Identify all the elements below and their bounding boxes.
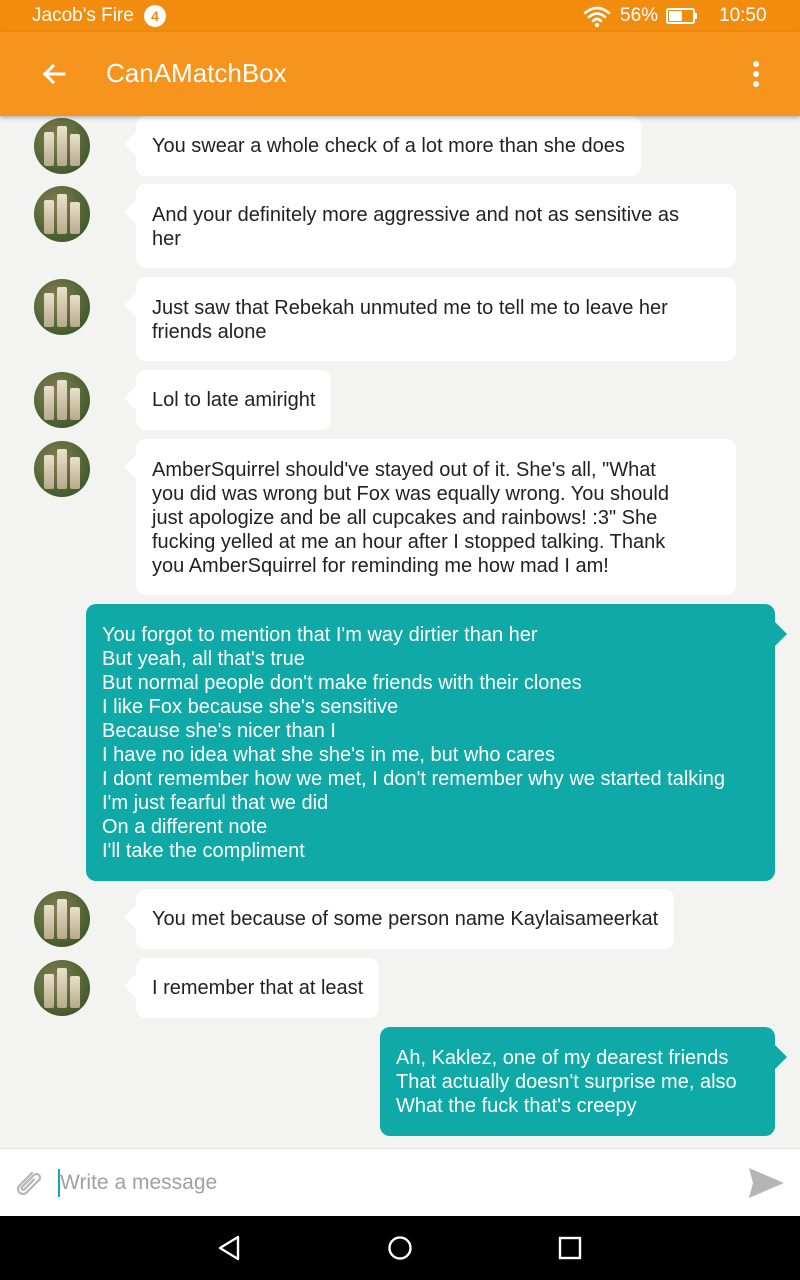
message-line: I'll take the compliment: [102, 840, 305, 862]
message-bubble-incoming[interactable]: Just saw that Rebekah unmuted me to tell…: [124, 277, 736, 361]
message-line: I remember that at least: [152, 977, 364, 999]
message-line: You met because of some person name Kayl…: [152, 908, 659, 930]
status-time: 10:50: [719, 5, 767, 26]
message-line: you AmberSquirrel for reminding me how m…: [152, 555, 609, 577]
wifi-icon: [583, 6, 611, 28]
avatar[interactable]: [34, 186, 90, 242]
message-line: Lol to late amiright: [152, 389, 316, 411]
conversation-title: CanAMatchBox: [106, 58, 287, 88]
paperclip-icon[interactable]: [10, 1165, 46, 1201]
message-bubble-outgoing[interactable]: You forgot to mention that I'm way dirti…: [86, 604, 787, 881]
message-bubble-incoming[interactable]: And your definitely more aggressive and …: [124, 184, 736, 268]
message-line: her: [152, 228, 181, 250]
navigation-bar: [0, 1216, 800, 1280]
message-bubble-outgoing[interactable]: Ah, Kaklez, one of my dearest friends Th…: [380, 1027, 787, 1136]
message-line: I like Fox because she's sensitive: [102, 696, 399, 718]
triangle-back-icon[interactable]: [214, 1232, 246, 1264]
arrow-left-icon[interactable]: [38, 58, 70, 90]
message-line: fucking yelled at me an hour after I sto…: [152, 531, 666, 553]
message-line: And your definitely more aggressive and …: [152, 204, 679, 226]
battery-percent: 56%: [620, 5, 659, 26]
square-recents-icon[interactable]: [554, 1232, 586, 1264]
avatar[interactable]: [34, 891, 90, 947]
message-line: Just saw that Rebekah unmuted me to tell…: [152, 297, 668, 319]
message-line: You swear a whole check of a lot more th…: [152, 135, 625, 157]
message-composer: [0, 1148, 800, 1216]
message-line: I have no idea what she she's in me, but…: [102, 744, 555, 766]
message-bubble-incoming[interactable]: AmberSquirrel should've stayed out of it…: [124, 439, 736, 595]
more-vertical-icon[interactable]: [740, 54, 772, 94]
message-bubble-incoming[interactable]: I remember that at least: [123, 958, 380, 1018]
message-line: That actually doesn't surprise me, also: [396, 1071, 737, 1093]
carrier-name: Jacob's Fire: [32, 5, 134, 26]
message-line: AmberSquirrel should've stayed out of it…: [152, 459, 656, 481]
notification-badge: 4: [144, 5, 166, 27]
message-list[interactable]: You swear a whole check of a lot more th…: [0, 116, 800, 1148]
avatar[interactable]: [34, 372, 90, 428]
message-line: Ah, Kaklez, one of my dearest friends: [396, 1047, 729, 1069]
message-line: What the fuck that's creepy: [396, 1095, 637, 1117]
avatar[interactable]: [34, 960, 90, 1016]
avatar[interactable]: [34, 118, 90, 174]
avatar[interactable]: [34, 279, 90, 335]
battery-icon: [666, 8, 697, 24]
message-line: I'm just fearful that we did: [102, 792, 329, 814]
message-line: You forgot to mention that I'm way dirti…: [102, 624, 538, 646]
send-icon[interactable]: [746, 1165, 786, 1201]
app-bar: CanAMatchBox: [0, 32, 800, 116]
message-bubble-incoming[interactable]: Lol to late amiright: [123, 370, 332, 430]
message-bubble-incoming[interactable]: You met because of some person name Kayl…: [123, 889, 675, 949]
message-line: On a different note: [102, 816, 268, 838]
message-line: I dont remember how we met, I don't reme…: [102, 768, 725, 790]
message-line: friends alone: [152, 321, 267, 343]
circle-home-icon[interactable]: [384, 1232, 416, 1264]
status-bar: Jacob's Fire 4 56% 10:50: [0, 0, 800, 32]
message-line: you did was wrong but Fox was equally wr…: [152, 483, 669, 505]
message-line: just apologize and be all cupcakes and r…: [152, 507, 658, 529]
message-line: But normal people don't make friends wit…: [102, 672, 582, 694]
message-line: But yeah, all that's true: [102, 648, 305, 670]
message-bubble-incoming[interactable]: You swear a whole check of a lot more th…: [124, 116, 641, 176]
message-input[interactable]: [58, 1163, 718, 1203]
avatar[interactable]: [34, 441, 90, 497]
message-line: Because she's nicer than I: [102, 720, 336, 742]
